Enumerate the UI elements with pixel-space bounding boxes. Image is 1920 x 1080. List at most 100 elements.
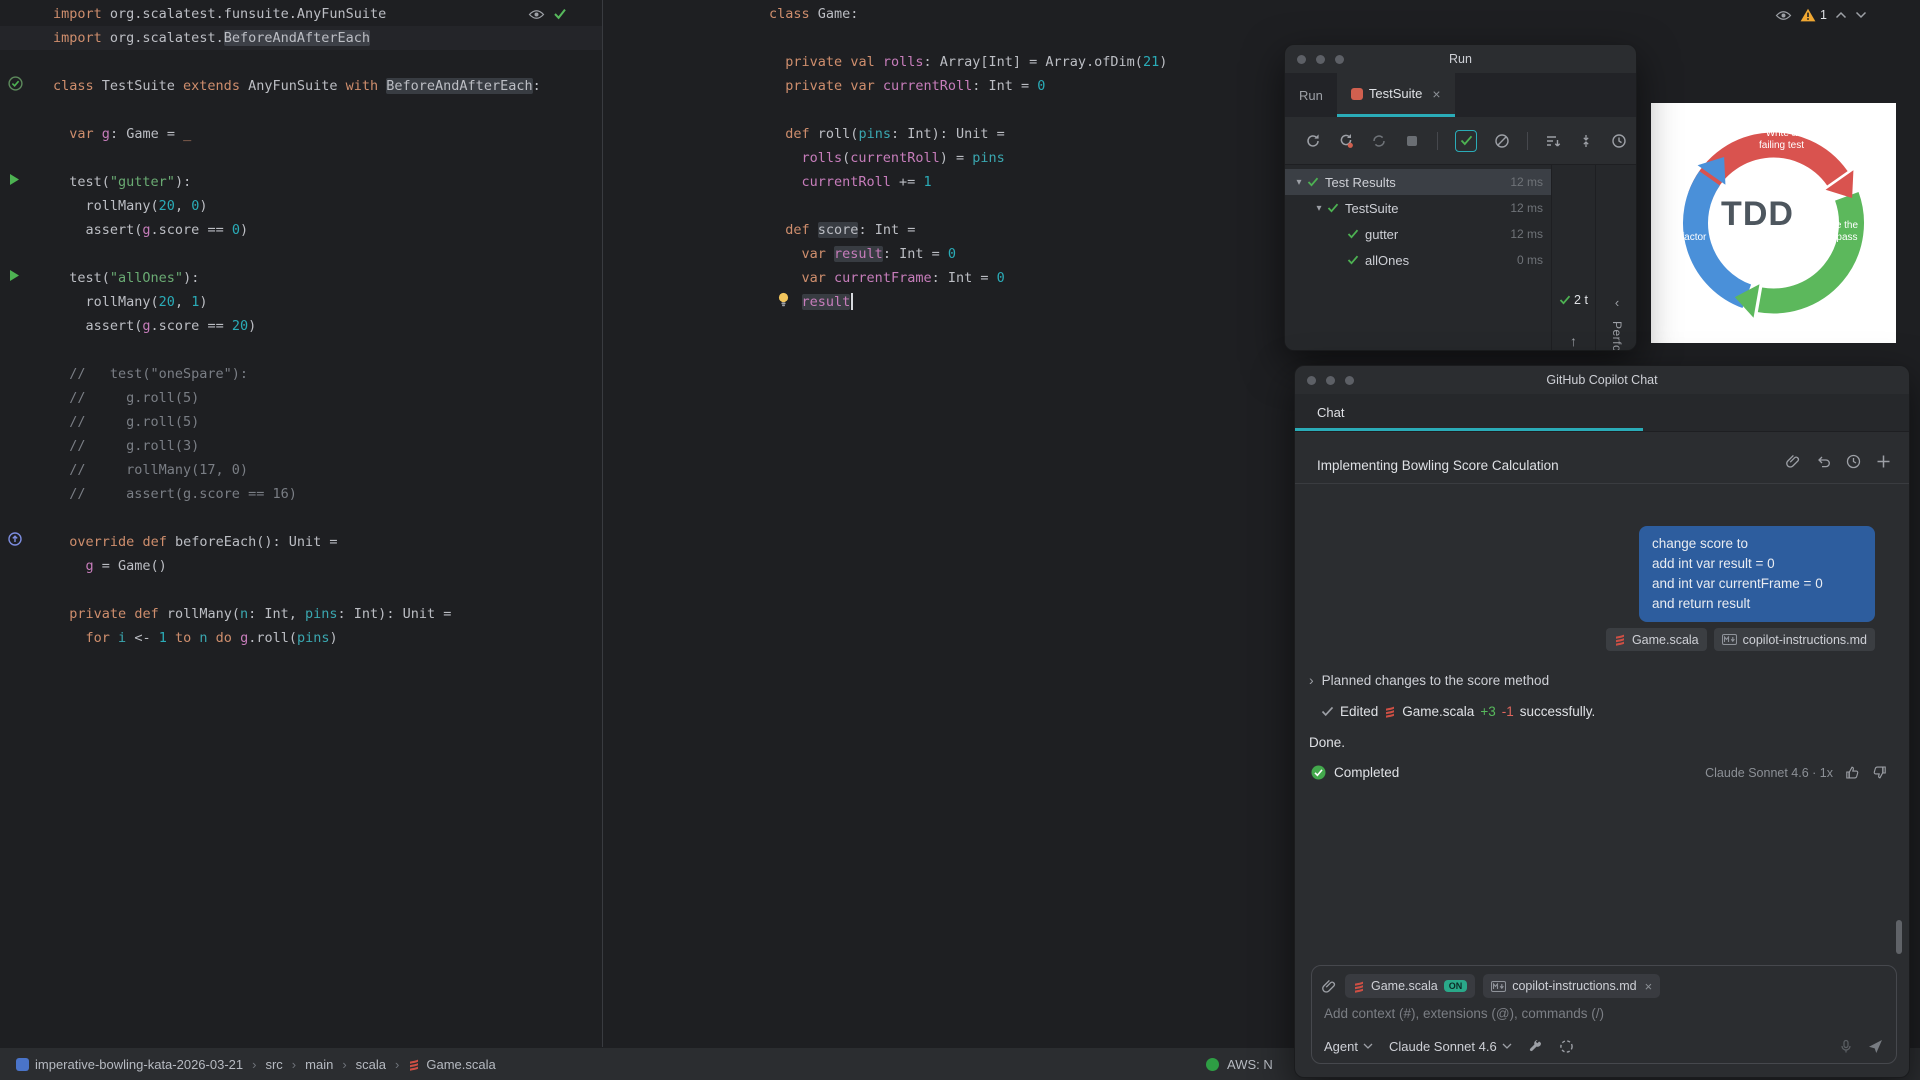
- code-line[interactable]: class TestSuite extends AnyFunSuite with…: [53, 74, 541, 98]
- code-line[interactable]: class Game:: [769, 2, 1167, 26]
- show-passed-icon[interactable]: [1455, 129, 1477, 152]
- input-context-chip[interactable]: copilot-instructions.md ×: [1483, 974, 1661, 998]
- planned-changes-row[interactable]: › Planned changes to the score method: [1309, 672, 1549, 688]
- tab-chat[interactable]: Chat: [1303, 394, 1358, 431]
- refresh-icon[interactable]: [1371, 133, 1387, 149]
- code-line[interactable]: [769, 194, 1167, 218]
- code-line[interactable]: var currentFrame: Int = 0: [769, 266, 1167, 290]
- run-test-icon[interactable]: [9, 269, 20, 282]
- code-line[interactable]: [53, 506, 541, 530]
- code-line[interactable]: private def rollMany(n: Int, pins: Int):…: [53, 602, 541, 626]
- collapse-icon[interactable]: ‹: [1596, 295, 1636, 310]
- no-problems-check-icon[interactable]: [553, 8, 567, 20]
- eye-icon[interactable]: [528, 9, 545, 20]
- run-test-icon[interactable]: [9, 173, 20, 186]
- stop-icon[interactable]: [1404, 133, 1420, 149]
- maximize-window-icon[interactable]: [1335, 54, 1344, 64]
- code-line[interactable]: currentRoll += 1: [769, 170, 1167, 194]
- chat-scrollbar[interactable]: [1896, 920, 1902, 954]
- editor-split-divider[interactable]: [602, 0, 603, 1047]
- edited-file-name[interactable]: Game.scala: [1402, 704, 1474, 719]
- mic-icon[interactable]: [1839, 1039, 1853, 1054]
- chat-input-placeholder[interactable]: Add context (#), extensions (@), command…: [1324, 1006, 1604, 1021]
- history-icon[interactable]: [1846, 454, 1861, 469]
- close-window-icon[interactable]: [1297, 54, 1306, 64]
- code-line[interactable]: [53, 146, 541, 170]
- breadcrumb-item[interactable]: scala: [356, 1057, 386, 1072]
- test-suite-editor[interactable]: import org.scalatest.funsuite.AnyFunSuit…: [0, 0, 602, 1047]
- code-line[interactable]: def roll(pins: Int): Unit =: [769, 122, 1167, 146]
- code-line[interactable]: [769, 26, 1167, 50]
- code-line[interactable]: // g.roll(3): [53, 434, 541, 458]
- code-line[interactable]: // g.roll(5): [53, 386, 541, 410]
- minimize-window-icon[interactable]: [1316, 54, 1325, 64]
- show-ignored-icon[interactable]: [1494, 133, 1510, 149]
- chevron-expanded-icon[interactable]: ▾: [1311, 203, 1327, 214]
- progress-circle-icon[interactable]: [1559, 1039, 1574, 1054]
- chevron-expanded-icon[interactable]: ▾: [1291, 177, 1307, 188]
- tab-testsuite[interactable]: TestSuite ×: [1336, 73, 1455, 117]
- code-line[interactable]: [769, 98, 1167, 122]
- copilot-window-titlebar[interactable]: GitHub Copilot Chat: [1295, 366, 1909, 394]
- code-line[interactable]: result: [769, 290, 1167, 314]
- code-line[interactable]: // g.roll(5): [53, 410, 541, 434]
- code-line[interactable]: rolls(currentRoll) = pins: [769, 146, 1167, 170]
- undo-icon[interactable]: [1816, 454, 1831, 469]
- history-icon[interactable]: [1611, 133, 1627, 149]
- attach-icon[interactable]: [1786, 454, 1801, 469]
- code-line[interactable]: test("allOnes"):: [53, 266, 541, 290]
- code-line[interactable]: [53, 338, 541, 362]
- run-class-icon[interactable]: [8, 76, 23, 91]
- send-icon[interactable]: [1867, 1038, 1884, 1055]
- warning-icon[interactable]: 1: [1800, 8, 1827, 22]
- chat-input-container[interactable]: Game.scala ON copilot-instructions.md × Add…: [1311, 965, 1897, 1064]
- input-context-chip[interactable]: Game.scala ON: [1345, 974, 1476, 998]
- code-line[interactable]: // test("oneSpare"):: [53, 362, 541, 386]
- code-line[interactable]: assert(g.score == 0): [53, 218, 541, 242]
- expand-all-icon[interactable]: [1578, 133, 1594, 149]
- rerun-failed-tests-icon[interactable]: [1338, 133, 1354, 149]
- code-line[interactable]: import org.scalatest.BeforeAndAfterEach: [53, 26, 541, 50]
- chevron-down-icon[interactable]: [1855, 11, 1867, 19]
- breadcrumb-item[interactable]: src: [265, 1057, 282, 1072]
- eye-icon[interactable]: [1775, 10, 1792, 21]
- aws-status-item[interactable]: AWS: N: [1206, 1057, 1273, 1072]
- code-line[interactable]: import org.scalatest.funsuite.AnyFunSuit…: [53, 2, 541, 26]
- remove-chip-icon[interactable]: ×: [1645, 979, 1653, 994]
- code-line[interactable]: g = Game(): [53, 554, 541, 578]
- code-line[interactable]: test("gutter"):: [53, 170, 541, 194]
- code-line[interactable]: override def beforeEach(): Unit =: [53, 530, 541, 554]
- agent-mode-select[interactable]: Agent: [1324, 1039, 1373, 1054]
- test-suite-code[interactable]: import org.scalatest.funsuite.AnyFunSuit…: [53, 2, 541, 650]
- override-method-icon[interactable]: [8, 532, 22, 546]
- code-line[interactable]: [53, 50, 541, 74]
- code-line[interactable]: var g: Game = _: [53, 122, 541, 146]
- intention-bulb-icon[interactable]: [777, 292, 790, 307]
- test-tree-row[interactable]: gutter 12 ms: [1285, 221, 1551, 247]
- sort-by-duration-icon[interactable]: [1545, 133, 1561, 149]
- code-line[interactable]: rollMany(20, 0): [53, 194, 541, 218]
- code-line[interactable]: // assert(g.score == 16): [53, 482, 541, 506]
- tab-run[interactable]: Run: [1285, 73, 1337, 117]
- game-code[interactable]: class Game: private val rolls: Array[Int…: [769, 2, 1167, 314]
- breadcrumb-item[interactable]: Game.scala: [408, 1057, 496, 1072]
- code-line[interactable]: assert(g.score == 20): [53, 314, 541, 338]
- code-line[interactable]: var result: Int = 0: [769, 242, 1167, 266]
- test-tree-row[interactable]: ▾ TestSuite 12 ms: [1285, 195, 1551, 221]
- context-chip[interactable]: Game.scala: [1605, 628, 1707, 651]
- maximize-window-icon[interactable]: [1345, 375, 1354, 385]
- context-chip[interactable]: copilot-instructions.md: [1713, 628, 1875, 651]
- new-chat-icon[interactable]: [1876, 454, 1891, 469]
- minimize-window-icon[interactable]: [1326, 375, 1335, 385]
- performance-tab-label[interactable]: Performance: [1610, 321, 1624, 350]
- close-window-icon[interactable]: [1307, 375, 1316, 385]
- code-line[interactable]: [53, 578, 541, 602]
- code-line[interactable]: private val rolls: Array[Int] = Array.of…: [769, 50, 1167, 74]
- code-line[interactable]: def score: Int =: [769, 218, 1167, 242]
- breadcrumb-item[interactable]: main: [305, 1057, 333, 1072]
- thumbs-down-icon[interactable]: [1872, 765, 1887, 780]
- model-select[interactable]: Claude Sonnet 4.6: [1389, 1039, 1512, 1054]
- test-tree-row[interactable]: ▾ Test Results 12 ms: [1285, 169, 1551, 195]
- chevron-up-icon[interactable]: [1835, 11, 1847, 19]
- breadcrumb-item[interactable]: imperative-bowling-kata-2026-03-21: [16, 1057, 243, 1072]
